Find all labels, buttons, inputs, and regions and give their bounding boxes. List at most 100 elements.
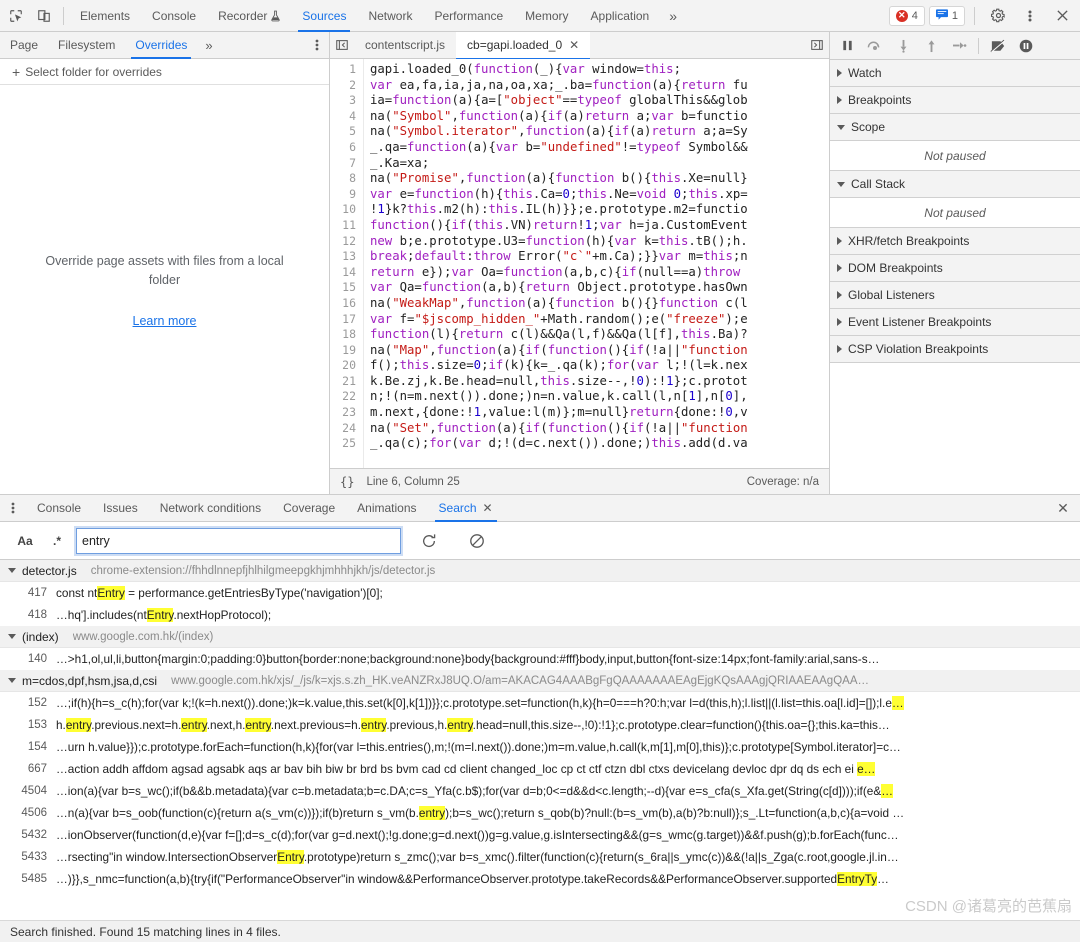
code-line[interactable]: var f="$jscomp_hidden_"+Math.random();e(… xyxy=(370,312,829,328)
code-line[interactable]: ia=function(a){a=["object"==typeof globa… xyxy=(370,93,829,109)
line-number[interactable]: 17 xyxy=(330,312,356,328)
inspect-element-icon[interactable] xyxy=(2,3,30,29)
code-line[interactable]: var e=function(h){this.Ca=0;this.Ne=void… xyxy=(370,187,829,203)
code-line[interactable]: _.qa=function(a){var b="undefined"!=type… xyxy=(370,140,829,156)
tab-network[interactable]: Network xyxy=(357,0,423,32)
drawer-tab-console[interactable]: Console xyxy=(26,495,92,522)
drawer-tab-coverage[interactable]: Coverage xyxy=(272,495,346,522)
navigator-more-options-icon[interactable] xyxy=(305,38,329,52)
drawer-tab-network-conditions[interactable]: Network conditions xyxy=(149,495,272,522)
search-result-line[interactable]: 4506 …n(a){var b=s_oob(function(c){return… xyxy=(0,802,1080,824)
code-line[interactable]: na("Map",function(a){if(function(){if(!a… xyxy=(370,343,829,359)
tab-performance[interactable]: Performance xyxy=(423,0,514,32)
line-number[interactable]: 20 xyxy=(330,358,356,374)
step-over-icon[interactable] xyxy=(862,34,888,58)
scroll-tabs-left-icon[interactable] xyxy=(330,32,354,59)
step-into-icon[interactable] xyxy=(890,34,916,58)
code-line[interactable]: return e});var Oa=function(a,b,c){if(nul… xyxy=(370,265,829,281)
close-icon[interactable] xyxy=(1048,3,1076,29)
search-result-line[interactable]: 140 …>h1,ol,ul,li,button{margin:0;padding… xyxy=(0,648,1080,670)
debugger-section-event-listener-breakpoints[interactable]: Event Listener Breakpoints xyxy=(830,309,1080,336)
gear-icon[interactable] xyxy=(984,3,1012,29)
nav-more-icon[interactable]: » xyxy=(197,38,220,53)
debugger-section-global-listeners[interactable]: Global Listeners xyxy=(830,282,1080,309)
line-number[interactable]: 16 xyxy=(330,296,356,312)
debugger-section-watch[interactable]: Watch xyxy=(830,60,1080,87)
more-options-icon[interactable] xyxy=(1016,3,1044,29)
search-result-line[interactable]: 5432 …ionObserver(function(d,e){var f=[];… xyxy=(0,824,1080,846)
drawer-tab-issues[interactable]: Issues xyxy=(92,495,149,522)
code-line[interactable]: n;!(n=m.next()).done;)n=n.value,k.call(l… xyxy=(370,389,829,405)
debugger-section-scope[interactable]: Scope xyxy=(830,114,1080,141)
editor-tab-contentscript[interactable]: contentscript.js xyxy=(354,32,456,59)
line-number[interactable]: 5 xyxy=(330,124,356,140)
line-number[interactable]: 21 xyxy=(330,374,356,390)
search-result-line[interactable]: 418 …hq'].includes(ntEntry.nextHopProtoco… xyxy=(0,604,1080,626)
step-out-icon[interactable] xyxy=(918,34,944,58)
code-line[interactable]: var ea,fa,ia,ja,na,oa,xa;_.ba=function(a… xyxy=(370,78,829,94)
code-line[interactable]: new b;e.prototype.U3=function(h){var k=t… xyxy=(370,234,829,250)
line-number[interactable]: 4 xyxy=(330,109,356,125)
code-line[interactable]: na("Symbol",function(a){if(a)return a;va… xyxy=(370,109,829,125)
nav-tab-overrides[interactable]: Overrides xyxy=(125,32,197,59)
search-result-line[interactable]: 5485 …)}},s_nmc=function(a,b){try{if("Per… xyxy=(0,868,1080,890)
drawer-tab-animations[interactable]: Animations xyxy=(346,495,427,522)
select-folder-for-overrides-button[interactable]: + Select folder for overrides xyxy=(0,59,329,85)
line-number[interactable]: 22 xyxy=(330,389,356,405)
search-result-line[interactable]: 667 …action addh affdom agsad agsabk aqs … xyxy=(0,758,1080,780)
code-content[interactable]: gapi.loaded_0(function(_){var window=thi… xyxy=(364,59,829,468)
line-number[interactable]: 2 xyxy=(330,78,356,94)
tab-application[interactable]: Application xyxy=(580,0,661,32)
search-input[interactable] xyxy=(74,525,403,556)
line-number[interactable]: 24 xyxy=(330,421,356,437)
code-line[interactable]: na("Set",function(a){if(function(){if(!a… xyxy=(370,421,829,437)
editor-tab-close-icon[interactable]: ✕ xyxy=(569,39,579,51)
search-result-line[interactable]: 153 h.entry.previous.next=h.entry.next,h.… xyxy=(0,714,1080,736)
code-line[interactable]: function(l){return c(l)&&Qa(l,f)&&Qa(l[f… xyxy=(370,327,829,343)
learn-more-link[interactable]: Learn more xyxy=(133,314,197,328)
search-results-list[interactable]: detector.js chrome-extension://fhhdlnnepf… xyxy=(0,560,1080,920)
search-result-file-header[interactable]: (index) www.google.com.hk/(index) xyxy=(0,626,1080,648)
more-tabs-icon[interactable]: » xyxy=(660,8,686,24)
line-number[interactable]: 12 xyxy=(330,234,356,250)
tab-sources[interactable]: Sources xyxy=(291,0,357,32)
refresh-icon[interactable] xyxy=(409,528,449,554)
tab-recorder[interactable]: Recorder xyxy=(207,0,291,32)
drawer-tab-close-icon[interactable]: ✕ xyxy=(483,502,493,514)
deactivate-breakpoints-icon[interactable] xyxy=(985,34,1011,58)
clear-icon[interactable] xyxy=(457,528,497,554)
line-number[interactable]: 19 xyxy=(330,343,356,359)
code-line[interactable]: na("Symbol.iterator",function(a){if(a)re… xyxy=(370,124,829,140)
line-number[interactable]: 1 xyxy=(330,62,356,78)
editor-tab-gapi-loaded[interactable]: cb=gapi.loaded_0 ✕ xyxy=(456,31,591,60)
line-number[interactable]: 6 xyxy=(330,140,356,156)
pause-on-exceptions-icon[interactable] xyxy=(1013,34,1039,58)
error-count-badge[interactable]: ✕ 4 xyxy=(888,5,925,26)
debugger-section-csp-violation-breakpoints[interactable]: CSP Violation Breakpoints xyxy=(830,336,1080,363)
code-line[interactable]: na("Promise",function(a){function b(){th… xyxy=(370,171,829,187)
line-number[interactable]: 9 xyxy=(330,187,356,203)
use-regex-button[interactable]: .* xyxy=(42,529,72,553)
debugger-section-call-stack[interactable]: Call Stack xyxy=(830,171,1080,198)
line-number[interactable]: 15 xyxy=(330,280,356,296)
code-line[interactable]: _.qa(c);for(var d;!(d=c.next()).done;)th… xyxy=(370,436,829,452)
step-icon[interactable] xyxy=(946,34,972,58)
code-line[interactable]: var Qa=function(a,b){return Object.proto… xyxy=(370,280,829,296)
line-number[interactable]: 14 xyxy=(330,265,356,281)
code-line[interactable]: gapi.loaded_0(function(_){var window=thi… xyxy=(370,62,829,78)
code-editor[interactable]: 1 2 3 4 5 6 7 8 9 10 11 12 13 14 15 16 17 18 19 20 21 22 23 24 2… xyxy=(330,59,829,468)
search-result-line[interactable]: 5433 …rsecting"in window.IntersectionObse… xyxy=(0,846,1080,868)
tab-elements[interactable]: Elements xyxy=(69,0,141,32)
code-line[interactable]: break;default:throw Error("c`"+m.Ca);}}v… xyxy=(370,249,829,265)
tab-memory[interactable]: Memory xyxy=(514,0,579,32)
drawer-more-options-icon[interactable] xyxy=(0,501,26,515)
debugger-section-xhr-fetch-breakpoints[interactable]: XHR/fetch Breakpoints xyxy=(830,228,1080,255)
nav-tab-filesystem[interactable]: Filesystem xyxy=(48,32,125,59)
nav-tab-page[interactable]: Page xyxy=(0,32,48,59)
search-result-file-header[interactable]: detector.js chrome-extension://fhhdlnnepf… xyxy=(0,560,1080,582)
line-number[interactable]: 23 xyxy=(330,405,356,421)
line-number[interactable]: 8 xyxy=(330,171,356,187)
message-count-badge[interactable]: 1 xyxy=(928,5,965,26)
code-line[interactable]: na("WeakMap",function(a){function b(){}f… xyxy=(370,296,829,312)
code-line[interactable]: _.Ka=xa; xyxy=(370,156,829,172)
